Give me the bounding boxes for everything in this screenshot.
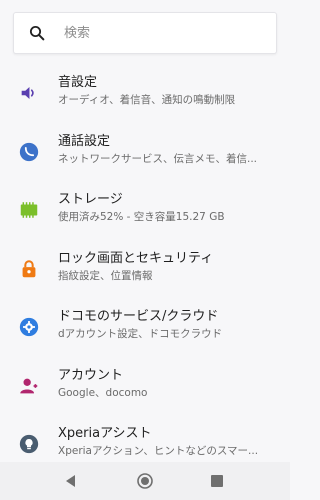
settings-screen: 検索 音設定 オーディオ、着信音、通知の鳴動制限 通話設定 ネットワークサービス…: [0, 0, 290, 500]
search-header: 検索: [0, 0, 290, 68]
settings-item-subtitle: オーディオ、着信音、通知の鳴動制限: [58, 94, 236, 106]
settings-item-title: 音設定: [58, 75, 98, 90]
settings-item-storage[interactable]: ストレージ 使用済み52% - 空き容量15.27 GB: [0, 185, 290, 244]
settings-item-call[interactable]: 通話設定 ネットワークサービス、伝言メモ、着信...: [0, 127, 290, 186]
settings-item-title: Xperiaアシスト: [58, 426, 152, 441]
gear-icon: [19, 317, 39, 337]
settings-item-subtitle: Google、docomo: [58, 386, 148, 399]
settings-item-sound[interactable]: 音設定 オーディオ、着信音、通知の鳴動制限: [0, 68, 290, 127]
settings-item-title: 通話設定: [58, 133, 111, 149]
settings-item-subtitle: Xperiaアクション、ヒントなどのスマー...: [58, 445, 259, 457]
lock-icon: [22, 259, 36, 277]
search-placeholder[interactable]: 検索: [64, 25, 90, 43]
settings-item-subtitle: ネットワークサービス、伝言メモ、着信...: [58, 152, 258, 165]
settings-item-title: ロック画面とセキュリティ: [58, 250, 214, 266]
volume-icon: [21, 87, 34, 99]
settings-item-title: ドコモのサービス/クラウド: [58, 309, 219, 324]
settings-item-title: アカウント: [58, 367, 124, 383]
settings-item-subtitle: 指紋設定、位置情報: [58, 269, 153, 282]
storage-icon: [20, 202, 38, 218]
search-icon: [29, 25, 45, 41]
home-icon[interactable]: [136, 472, 154, 490]
back-icon[interactable]: [62, 472, 80, 490]
settings-list: 音設定 オーディオ、着信音、通知の鳴動制限 通話設定 ネットワークサービス、伝言…: [0, 68, 290, 478]
search-bar[interactable]: 検索: [13, 12, 277, 54]
phone-icon: [19, 142, 39, 161]
settings-item-title: ストレージ: [58, 192, 123, 207]
navigation-bar: [0, 462, 290, 500]
bulb-icon: [19, 434, 39, 454]
settings-item-lock-security[interactable]: ロック画面とセキュリティ 指紋設定、位置情報: [0, 244, 290, 303]
settings-item-docomo-services[interactable]: ドコモのサービス/クラウド dアカウント設定、ドコモクラウド: [0, 302, 290, 361]
settings-item-account[interactable]: アカウント Google、docomo: [0, 361, 290, 420]
settings-item-subtitle: dアカウント設定、ドコモクラウド: [58, 328, 223, 340]
settings-item-subtitle: 使用済み52% - 空き容量15.27 GB: [58, 211, 225, 223]
account-icon: [20, 378, 38, 393]
recents-icon[interactable]: [208, 472, 226, 490]
